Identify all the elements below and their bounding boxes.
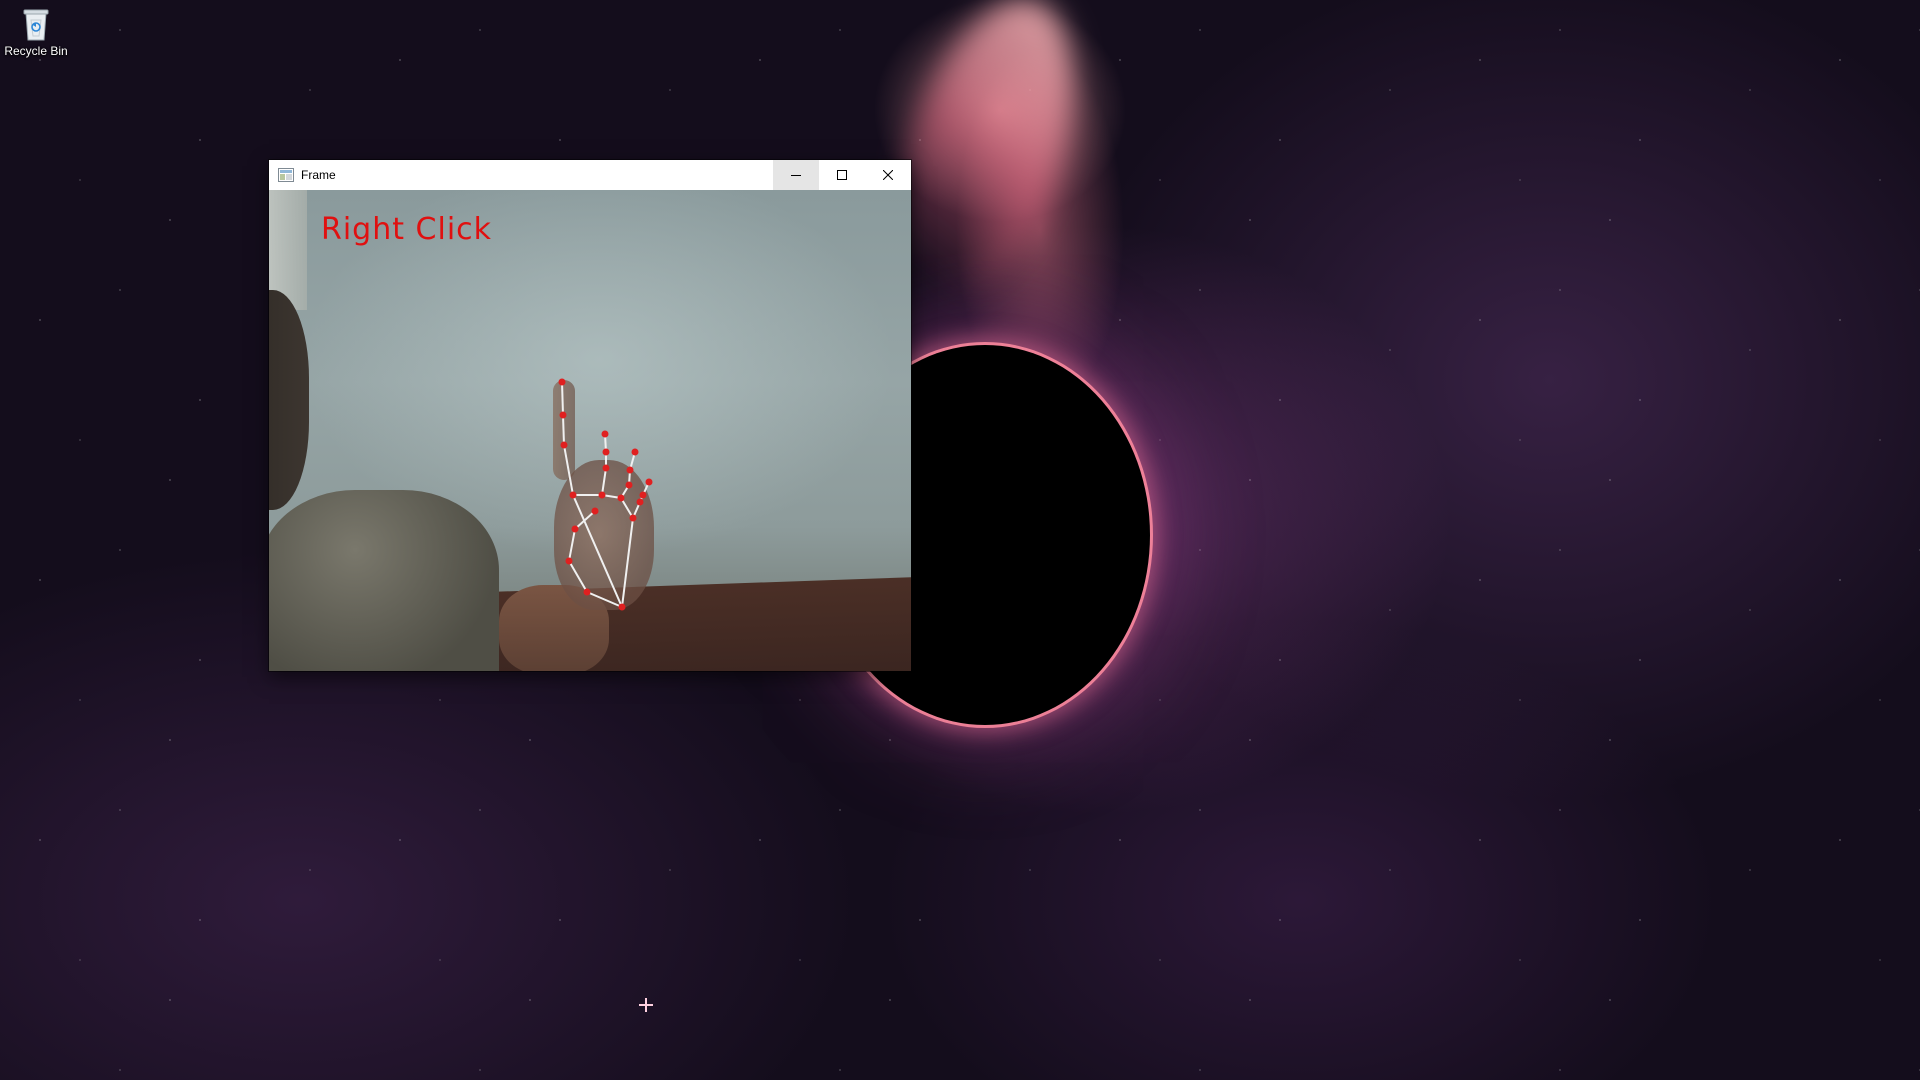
close-button[interactable] <box>865 160 911 190</box>
landmark-connection-5 <box>563 444 574 496</box>
landmark-connection-2 <box>568 528 576 562</box>
landmark-connection-7 <box>561 381 564 416</box>
camera-frame: Right Click <box>269 190 911 671</box>
window-title: Frame <box>301 168 336 182</box>
landmark-point-19 <box>639 491 647 499</box>
maximize-button[interactable] <box>819 160 865 190</box>
landmark-point-15 <box>626 466 634 474</box>
landmark-point-14 <box>625 481 633 489</box>
opencv-window-icon <box>278 168 294 182</box>
maximize-icon <box>837 170 847 180</box>
minimize-icon <box>791 175 801 176</box>
landmark-point-9 <box>598 491 606 499</box>
landmark-point-5 <box>569 491 577 499</box>
landmark-connection-9 <box>601 467 607 496</box>
landmark-point-18 <box>636 498 644 506</box>
landmark-connection-1 <box>568 560 588 593</box>
landmark-point-16 <box>631 448 639 456</box>
wallpaper-sparkle <box>639 998 653 1012</box>
recycle-bin-icon <box>21 6 51 42</box>
landmark-point-11 <box>602 448 610 456</box>
landmark-point-20 <box>645 478 653 486</box>
gesture-label: Right Click <box>321 212 493 247</box>
landmark-connection-20 <box>621 517 634 608</box>
hand-landmark-overlay <box>558 378 653 611</box>
landmark-point-7 <box>559 411 567 419</box>
close-icon <box>883 170 893 180</box>
landmark-point-6 <box>560 441 568 449</box>
landmark-point-10 <box>602 464 610 472</box>
desktop-icon-label: Recycle Bin <box>4 44 68 58</box>
landmark-point-12 <box>601 430 609 438</box>
minimize-button[interactable] <box>773 160 819 190</box>
landmark-connection-6 <box>562 414 565 446</box>
desktop-icon-recycle-bin[interactable]: Recycle Bin <box>4 6 68 58</box>
frame-window: Frame Right Click <box>269 160 911 671</box>
window-controls <box>773 160 911 190</box>
landmark-point-17 <box>629 514 637 522</box>
landmark-point-1 <box>583 588 591 596</box>
landmark-point-3 <box>571 525 579 533</box>
landmark-point-13 <box>617 494 625 502</box>
window-titlebar[interactable]: Frame <box>269 160 911 190</box>
landmark-point-4 <box>591 507 599 515</box>
landmark-point-2 <box>565 557 573 565</box>
landmark-point-8 <box>558 378 566 386</box>
landmark-point-0 <box>618 603 626 611</box>
